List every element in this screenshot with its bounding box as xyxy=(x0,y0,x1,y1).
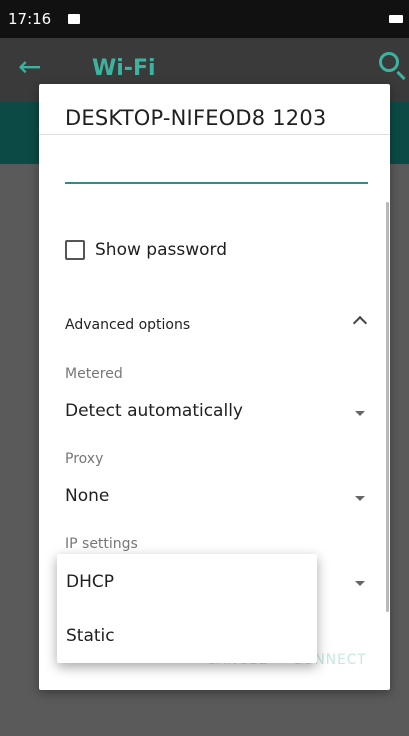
proxy-label: Proxy xyxy=(65,451,104,467)
ip-settings-label: IP settings xyxy=(65,536,138,552)
show-password-row[interactable]: Show password xyxy=(65,240,227,260)
status-time: 17:16 xyxy=(8,10,52,28)
image-notification-icon xyxy=(68,14,80,24)
metered-label: Metered xyxy=(65,366,123,382)
app-bar-title: Wi-Fi xyxy=(92,56,156,81)
search-icon[interactable] xyxy=(379,52,399,72)
ip-settings-popup-menu: DHCP Static xyxy=(57,554,317,663)
battery-icon xyxy=(389,15,403,23)
status-bar: 17:16 xyxy=(0,0,409,38)
title-divider xyxy=(39,134,390,135)
metered-dropdown[interactable]: Detect automatically xyxy=(65,401,365,427)
back-arrow-icon[interactable]: ← xyxy=(18,50,41,83)
dialog-title: DESKTOP-NIFEOD8 1203 xyxy=(65,106,327,130)
advanced-options-label: Advanced options xyxy=(65,317,191,333)
chevron-up-icon xyxy=(352,315,368,331)
dialog-scrollbar[interactable] xyxy=(386,202,389,612)
metered-value: Detect automatically xyxy=(65,401,243,421)
menu-item-static[interactable]: Static xyxy=(66,626,115,646)
password-input[interactable] xyxy=(65,182,368,184)
proxy-dropdown[interactable]: None xyxy=(65,486,365,512)
show-password-checkbox[interactable] xyxy=(65,240,85,260)
dropdown-arrow-icon xyxy=(355,581,365,586)
advanced-options-toggle[interactable]: Advanced options xyxy=(65,314,368,334)
dropdown-arrow-icon xyxy=(355,411,365,416)
proxy-value: None xyxy=(65,486,110,506)
menu-item-dhcp[interactable]: DHCP xyxy=(66,572,114,592)
dropdown-arrow-icon xyxy=(355,496,365,501)
show-password-label: Show password xyxy=(95,240,227,260)
